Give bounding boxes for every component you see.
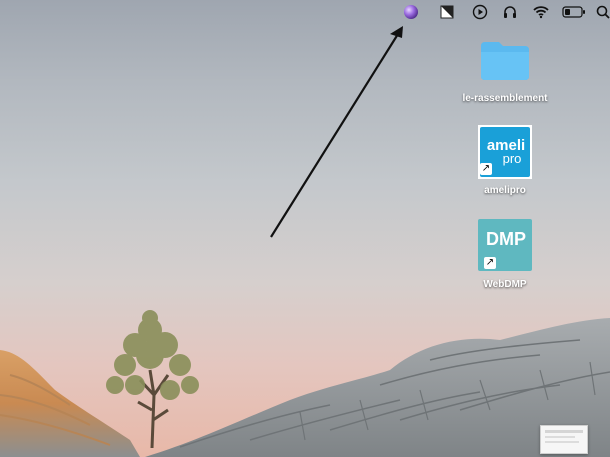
desktop-icon-amelipro[interactable]: ameli pro ↗ amelipro [455, 125, 555, 200]
webdmp-logo-text: DMP [486, 229, 526, 249]
alias-arrow-icon: ↗ [484, 257, 496, 269]
desktop-icon-webdmp[interactable]: DMP ↗ WebDMP [455, 219, 555, 294]
desktop-icon-label: le-rassemblement [462, 93, 548, 104]
folder-icon [481, 42, 529, 80]
desktop: le-rassemblement ameli pro ↗ amelipro DM… [0, 0, 610, 457]
alias-arrow-icon: ↗ [480, 163, 492, 175]
desktop-icon-label: WebDMP [483, 279, 527, 290]
amelipro-app-icon: ameli pro ↗ [478, 125, 532, 179]
desktop-icon-folder[interactable]: le-rassemblement [455, 38, 555, 108]
webdmp-app-icon: DMP ↗ [478, 219, 532, 271]
amelipro-logo-text-bottom: pro [502, 151, 522, 166]
screenshot-thumbnail[interactable] [540, 425, 588, 454]
desktop-icon-label: amelipro [484, 185, 526, 196]
